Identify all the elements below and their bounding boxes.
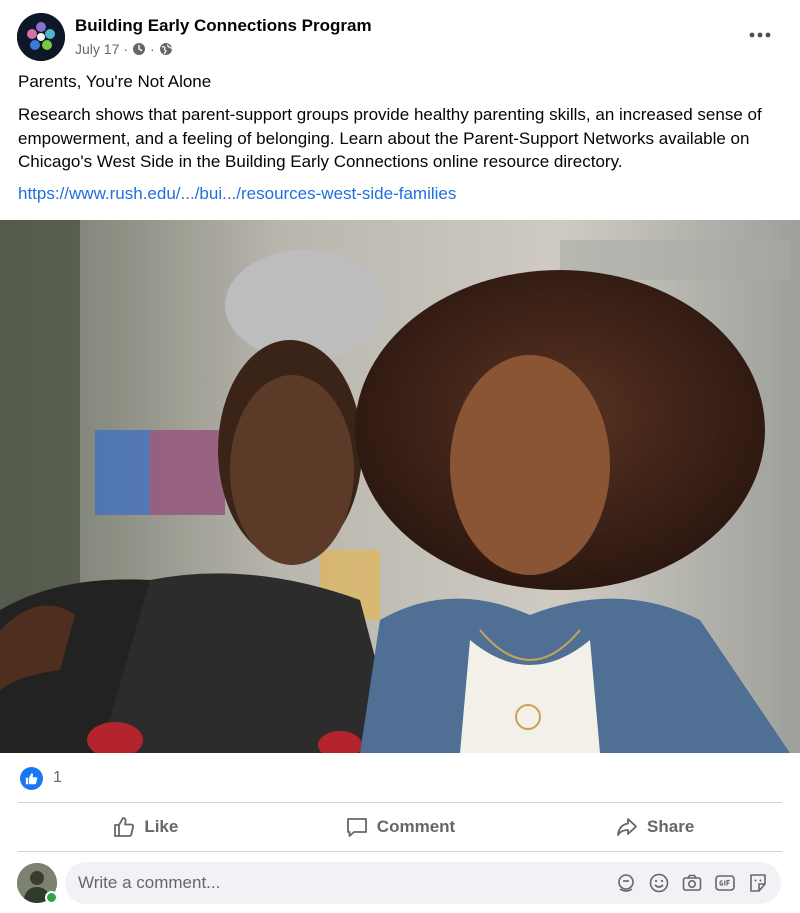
more-dots-icon	[749, 32, 771, 38]
more-options-button[interactable]	[740, 20, 780, 50]
page-avatar[interactable]	[17, 13, 65, 61]
divider	[18, 851, 782, 852]
comment-icon	[346, 818, 367, 837]
share-label: Share	[647, 817, 695, 836]
comment-composer	[0, 860, 800, 908]
share-icon	[617, 818, 637, 836]
meta-separator: ·	[123, 41, 129, 57]
avatar-sticker-icon[interactable]	[615, 872, 637, 894]
post-header: Building Early Connections Program July …	[0, 0, 800, 70]
page-name[interactable]: Building Early Connections Program	[75, 16, 372, 36]
reaction-count: 1	[53, 769, 62, 786]
post-link[interactable]: https://www.rush.edu/.../bui.../resource…	[18, 184, 456, 204]
sticker-icon[interactable]	[747, 872, 769, 894]
comment-input[interactable]	[65, 863, 585, 903]
gif-icon[interactable]	[714, 872, 736, 894]
meta-separator: ·	[150, 41, 155, 57]
post-meta: July 17 · ·	[75, 41, 173, 57]
emoji-icon[interactable]	[648, 872, 670, 894]
globe-icon	[159, 43, 172, 55]
post-title: Parents, You're Not Alone	[18, 72, 212, 91]
comment-box[interactable]	[65, 862, 781, 904]
clock-icon	[133, 43, 146, 55]
like-button[interactable]: Like	[18, 804, 273, 850]
comment-label: Comment	[376, 817, 456, 836]
like-label: Like	[144, 817, 179, 836]
post-date[interactable]: July 17	[75, 41, 119, 57]
thumbs-up-icon	[114, 817, 135, 837]
comment-button[interactable]: Comment	[273, 804, 528, 850]
post-body: Research shows that parent-support group…	[18, 105, 762, 171]
reactions-summary[interactable]: 1	[20, 766, 62, 790]
post-actions: Like Comment Share	[18, 804, 782, 850]
like-reaction-icon	[20, 766, 43, 790]
share-button[interactable]: Share	[527, 804, 782, 850]
camera-icon[interactable]	[681, 872, 703, 894]
comment-tools	[615, 872, 769, 894]
divider	[18, 802, 782, 803]
post-photo[interactable]	[0, 220, 800, 753]
online-status-indicator	[45, 891, 58, 904]
page-logo-icon	[17, 13, 65, 61]
